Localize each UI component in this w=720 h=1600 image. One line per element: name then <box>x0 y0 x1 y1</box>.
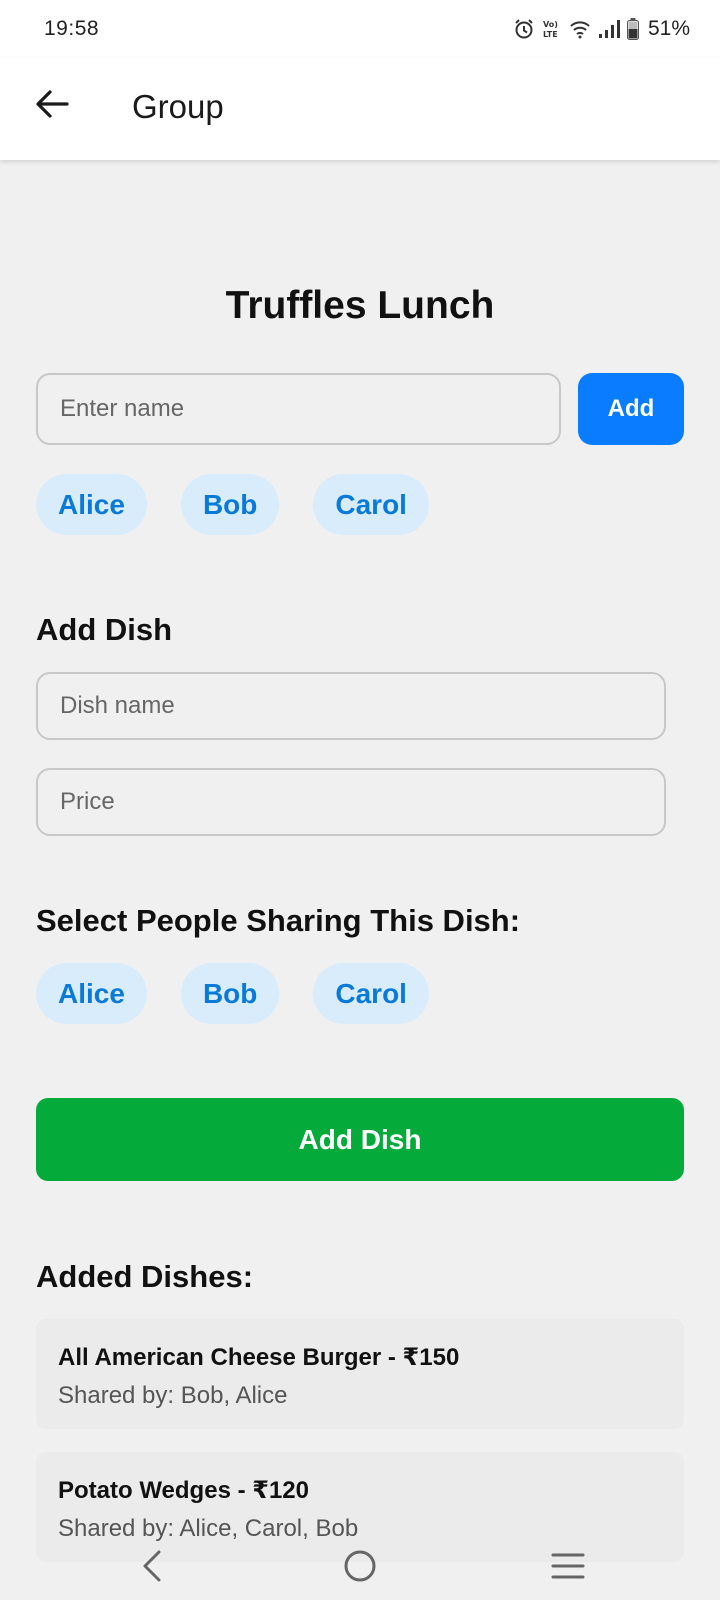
dish-card[interactable]: All American Cheese Burger - ₹150 Shared… <box>36 1319 684 1429</box>
status-bar: 19:58 Vo) LTE 51% <box>0 0 720 58</box>
page-title: Group <box>132 88 224 125</box>
dish-title: Potato Wedges - ₹120 <box>58 1477 309 1504</box>
share-chip-alice[interactable]: Alice <box>36 963 147 1024</box>
share-chip-carol[interactable]: Carol <box>313 963 429 1024</box>
added-dishes-heading: Added Dishes: <box>36 1259 254 1294</box>
battery-percent: 51% <box>647 17 690 40</box>
add-dish-button[interactable]: Add Dish <box>36 1098 684 1181</box>
dish-name-input[interactable] <box>36 672 666 740</box>
member-chips: Alice Bob Carol <box>36 474 429 535</box>
app-bar: Group <box>0 58 720 160</box>
status-icons: Vo) LTE 51% <box>513 14 690 44</box>
dish-shared-by: Shared by: Alice, Carol, Bob <box>58 1515 359 1542</box>
select-people-heading: Select People Sharing This Dish: <box>36 903 521 938</box>
svg-text:Vo): Vo) <box>543 20 558 29</box>
system-nav-bar <box>0 1542 720 1600</box>
arrow-left-icon <box>35 89 69 124</box>
member-chip-carol[interactable]: Carol <box>313 474 429 535</box>
volte-icon: Vo) LTE <box>542 18 562 40</box>
nav-recents-button[interactable] <box>538 1546 598 1590</box>
nav-home-icon <box>343 1549 377 1588</box>
nav-home-button[interactable] <box>330 1546 390 1590</box>
member-chip-alice[interactable]: Alice <box>36 474 147 535</box>
dish-shared-by: Shared by: Bob, Alice <box>58 1382 288 1409</box>
battery-icon <box>626 18 639 40</box>
member-chip-bob[interactable]: Bob <box>180 474 280 535</box>
nav-back-button[interactable] <box>122 1546 182 1590</box>
price-input[interactable] <box>36 768 666 836</box>
back-button[interactable] <box>28 82 76 130</box>
dish-title: All American Cheese Burger - ₹150 <box>58 1344 460 1371</box>
nav-recents-icon <box>551 1552 585 1585</box>
member-name-input[interactable] <box>36 373 561 445</box>
group-name-heading: Truffles Lunch <box>225 284 495 327</box>
add-dish-heading: Add Dish <box>36 612 173 647</box>
status-time: 19:58 <box>44 17 100 40</box>
share-chip-bob[interactable]: Bob <box>180 963 280 1024</box>
alarm-icon <box>513 18 535 40</box>
signal-icon <box>598 19 620 39</box>
add-member-button[interactable]: Add <box>578 373 684 445</box>
svg-text:LTE: LTE <box>543 30 558 39</box>
nav-back-icon <box>140 1549 164 1588</box>
wifi-icon <box>569 19 591 39</box>
share-people-chips: Alice Bob Carol <box>36 963 429 1024</box>
